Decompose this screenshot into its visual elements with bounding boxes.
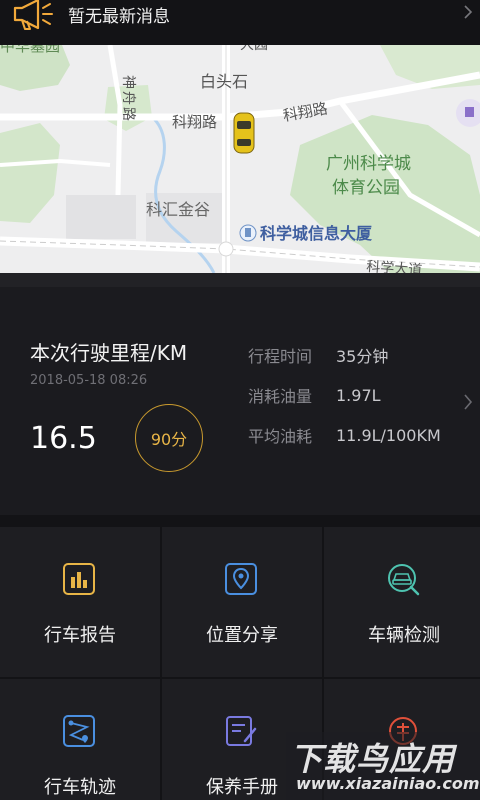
car-inspection-icon <box>388 564 420 596</box>
car-location-marker <box>233 112 255 154</box>
stat-row: 消耗油量 1.97L <box>248 375 441 415</box>
trip-stats: 行程时间 35分钟 消耗油量 1.97L 平均油耗 11.9L/100KM <box>248 335 441 455</box>
map-label-shenzhou: 神舟路 <box>120 75 136 123</box>
driving-score-badge: 90分 <box>135 404 203 472</box>
stat-value: 35分钟 <box>336 347 389 366</box>
map-label-park-line2: 体育公园 <box>332 178 400 198</box>
chevron-right-icon <box>464 5 473 19</box>
notification-bar[interactable]: 暂无最新消息 <box>0 0 480 45</box>
section-divider <box>0 273 480 287</box>
route-icon <box>63 715 95 747</box>
grid-item-location-share[interactable]: 位置分享 <box>162 527 322 677</box>
trip-distance-value: 16.5 <box>30 421 97 456</box>
stat-value: 11.9L/100KM <box>336 425 441 445</box>
map-label-top-partial: 中华墓园 <box>0 45 60 55</box>
map-label-kehui: 科汇金谷 <box>146 200 210 219</box>
grid-item-label: 行车报告 <box>44 625 116 646</box>
stat-value: 1.97L <box>336 385 381 405</box>
map-label-kexiang-left: 科翔路 <box>172 113 217 131</box>
driving-score-text: 90分 <box>150 430 188 449</box>
bar-chart-icon <box>63 563 95 595</box>
stat-label: 消耗油量 <box>248 387 313 406</box>
map-label-top-mid: 大园 <box>240 45 268 53</box>
watermark: 下载鸟应用 www.xiazainiao.com <box>286 732 480 800</box>
megaphone-icon <box>13 0 53 30</box>
grid-item-driving-report[interactable]: 行车报告 <box>0 527 160 677</box>
map-view[interactable]: 中华墓园 大园 白头石 神舟路 科翔路 科翔路 广州科学城 体育公园 科汇金谷 … <box>0 45 480 273</box>
grid-item-driving-track[interactable]: 行车轨迹 <box>0 679 160 800</box>
stat-row: 行程时间 35分钟 <box>248 335 441 375</box>
manual-edit-icon <box>226 716 257 746</box>
map-label-kexiang-right: 科翔路 <box>282 99 329 125</box>
section-divider <box>0 515 480 527</box>
trip-distance-title: 本次行驶里程/KM <box>30 341 188 365</box>
grid-item-label: 行车轨迹 <box>44 777 116 798</box>
notification-text: 暂无最新消息 <box>68 7 170 27</box>
chevron-right-icon <box>464 394 473 410</box>
stat-row: 平均油耗 11.9L/100KM <box>248 415 441 455</box>
stat-label: 平均油耗 <box>248 427 313 446</box>
grid-item-vehicle-inspection[interactable]: 车辆检测 <box>324 527 480 677</box>
map-label-baitoushi: 白头石 <box>200 72 248 91</box>
stat-label: 行程时间 <box>248 347 313 366</box>
grid-item-label: 车辆检测 <box>368 625 440 646</box>
grid-item-label: 位置分享 <box>206 625 278 646</box>
trip-summary-card[interactable]: 本次行驶里程/KM 2018-05-18 08:26 16.5 90分 行程时间… <box>0 287 480 515</box>
map-label-info-building: 科学城信息大厦 <box>260 224 373 243</box>
location-pin-icon <box>225 563 257 595</box>
watermark-line2: www.xiazainiao.com <box>296 774 480 793</box>
trip-date: 2018-05-18 08:26 <box>30 373 148 388</box>
map-label-park-line1: 广州科学城 <box>326 154 411 174</box>
